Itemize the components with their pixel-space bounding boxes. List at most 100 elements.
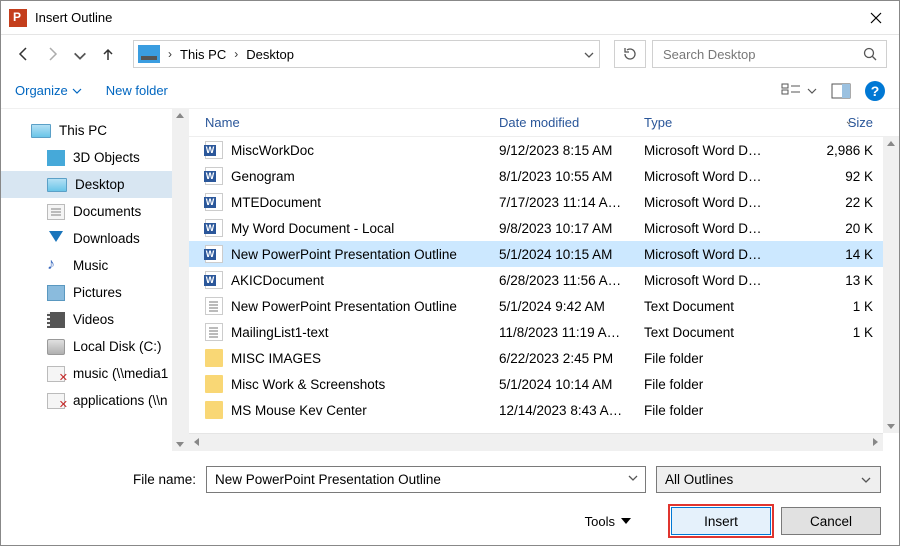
cube-icon — [47, 150, 65, 166]
tree-item-label: Videos — [73, 312, 114, 327]
refresh-button[interactable] — [614, 40, 646, 68]
insert-button[interactable]: Insert — [671, 507, 771, 535]
folder-tree[interactable]: This PC 3D Objects Desktop Documents Downlo… — [1, 109, 189, 451]
recent-locations[interactable] — [69, 43, 91, 65]
help-button[interactable]: ? — [865, 81, 885, 101]
view-menu[interactable] — [781, 83, 817, 99]
tree-item[interactable]: Downloads — [1, 225, 188, 252]
col-header-size[interactable]: Size⌄ — [789, 115, 883, 130]
crumb-desktop[interactable]: Desktop — [246, 47, 294, 62]
tree-this-pc[interactable]: This PC — [1, 117, 188, 144]
tree-item-label: Desktop — [75, 177, 125, 192]
filename-value: New PowerPoint Presentation Outline — [215, 472, 441, 487]
txt-file-icon — [205, 297, 223, 315]
preview-pane-button[interactable] — [831, 83, 851, 99]
file-type: File folder — [644, 377, 789, 392]
file-name: AKICDocument — [231, 273, 324, 288]
txt-file-icon — [205, 323, 223, 341]
word-file-icon — [205, 141, 223, 159]
cancel-button[interactable]: Cancel — [781, 507, 881, 535]
file-date: 12/14/2023 8:43 A… — [499, 403, 644, 418]
file-size: 1 K — [789, 325, 883, 340]
file-type: Microsoft Word D… — [644, 247, 789, 262]
file-name: Genogram — [231, 169, 295, 184]
search-input[interactable] — [661, 46, 854, 63]
tree-item-label: music (\\media1 — [73, 366, 168, 381]
file-date: 5/1/2024 9:42 AM — [499, 299, 644, 314]
crumb-this-pc[interactable]: This PC — [180, 47, 226, 62]
back-button[interactable] — [13, 43, 35, 65]
forward-button[interactable] — [41, 43, 63, 65]
tree-item[interactable]: Videos — [1, 306, 188, 333]
word-file-icon — [205, 219, 223, 237]
tree-item-label: Documents — [73, 204, 141, 219]
tree-item[interactable]: Desktop — [1, 171, 188, 198]
pc-icon — [138, 45, 160, 63]
file-row[interactable]: New PowerPoint Presentation Outline5/1/2… — [189, 241, 899, 267]
file-row[interactable]: MS Mouse Kev Center 12/14/2023 8:43 A…Fil… — [189, 397, 899, 423]
tree-item[interactable]: Pictures — [1, 279, 188, 306]
file-name: My Word Document - Local — [231, 221, 394, 236]
tree-scrollbar[interactable] — [172, 109, 188, 451]
tree-item[interactable]: Documents — [1, 198, 188, 225]
file-list[interactable]: Name Date modified Type Size⌄ MiscWorkDo… — [189, 109, 899, 451]
file-date: 7/17/2023 11:14 A… — [499, 195, 644, 210]
address-history-drop[interactable] — [583, 48, 595, 66]
folder-file-icon — [205, 349, 223, 367]
file-row[interactable]: MailingList1-text11/8/2023 11:19 A…Text … — [189, 319, 899, 345]
file-size: 13 K — [789, 273, 883, 288]
file-type: File folder — [644, 403, 789, 418]
tree-item[interactable]: 3D Objects — [1, 144, 188, 171]
filename-input[interactable]: New PowerPoint Presentation Outline — [206, 466, 646, 493]
tree-item[interactable]: ♪Music — [1, 252, 188, 279]
file-date: 5/1/2024 10:14 AM — [499, 377, 644, 392]
docs-icon — [47, 204, 65, 220]
tree-item[interactable]: music (\\media1 — [1, 360, 188, 387]
search-icon — [862, 46, 878, 62]
file-type: Microsoft Word D… — [644, 221, 789, 236]
col-header-name[interactable]: Name — [189, 115, 499, 130]
sort-indicator-icon: ⌄ — [845, 116, 853, 127]
file-type: Text Document — [644, 299, 789, 314]
tree-item[interactable]: Local Disk (C:) — [1, 333, 188, 360]
powerpoint-icon — [9, 9, 27, 27]
file-row[interactable]: AKICDocument6/28/2023 11:56 A…Microsoft … — [189, 267, 899, 293]
file-size: 92 K — [789, 169, 883, 184]
file-row[interactable]: New PowerPoint Presentation Outline 5/1/2… — [189, 293, 899, 319]
file-name: MS Mouse Kev Center — [231, 403, 367, 418]
file-row[interactable]: Misc Work & Screenshots 5/1/2024 10:14 AM… — [189, 371, 899, 397]
file-row[interactable]: MTEDocument7/17/2023 11:14 A…Microsoft W… — [189, 189, 899, 215]
hscrollbar[interactable] — [189, 433, 883, 451]
tree-item-label: Music — [73, 258, 108, 273]
filename-history-drop[interactable] — [627, 472, 639, 487]
file-row[interactable]: MiscWorkDoc9/12/2023 8:15 AMMicrosoft Wo… — [189, 137, 899, 163]
col-header-type[interactable]: Type — [644, 115, 789, 130]
file-type-filter[interactable]: All Outlines — [656, 466, 881, 493]
word-file-icon — [205, 167, 223, 185]
file-type: File folder — [644, 351, 789, 366]
net-icon — [47, 366, 65, 382]
tools-menu[interactable]: Tools — [585, 514, 631, 529]
video-icon — [47, 312, 65, 328]
up-button[interactable] — [97, 43, 119, 65]
file-name: MTEDocument — [231, 195, 321, 210]
file-date: 9/8/2023 10:17 AM — [499, 221, 644, 236]
net-icon — [47, 393, 65, 409]
file-row[interactable]: My Word Document - Local 9/8/2023 10:17 A… — [189, 215, 899, 241]
col-header-date[interactable]: Date modified — [499, 115, 644, 130]
address-bar[interactable]: › This PC › Desktop — [133, 40, 600, 68]
file-scrollbar[interactable] — [883, 137, 899, 433]
new-folder-button[interactable]: New folder — [106, 83, 168, 98]
file-row[interactable]: Genogram8/1/2023 10:55 AMMicrosoft Word … — [189, 163, 899, 189]
close-button[interactable] — [853, 2, 899, 33]
file-row[interactable]: MISC IMAGES6/22/2023 2:45 PMFile folder — [189, 345, 899, 371]
file-name: New PowerPoint Presentation Outline — [231, 299, 457, 314]
tree-item-label: 3D Objects — [73, 150, 140, 165]
search-box[interactable] — [652, 40, 887, 68]
organize-menu[interactable]: Organize — [15, 83, 82, 98]
pics-icon — [47, 285, 65, 301]
file-name: Misc Work & Screenshots — [231, 377, 385, 392]
file-type: Microsoft Word D… — [644, 143, 789, 158]
tree-item[interactable]: applications (\\n — [1, 387, 188, 414]
monitor-icon — [47, 178, 67, 192]
